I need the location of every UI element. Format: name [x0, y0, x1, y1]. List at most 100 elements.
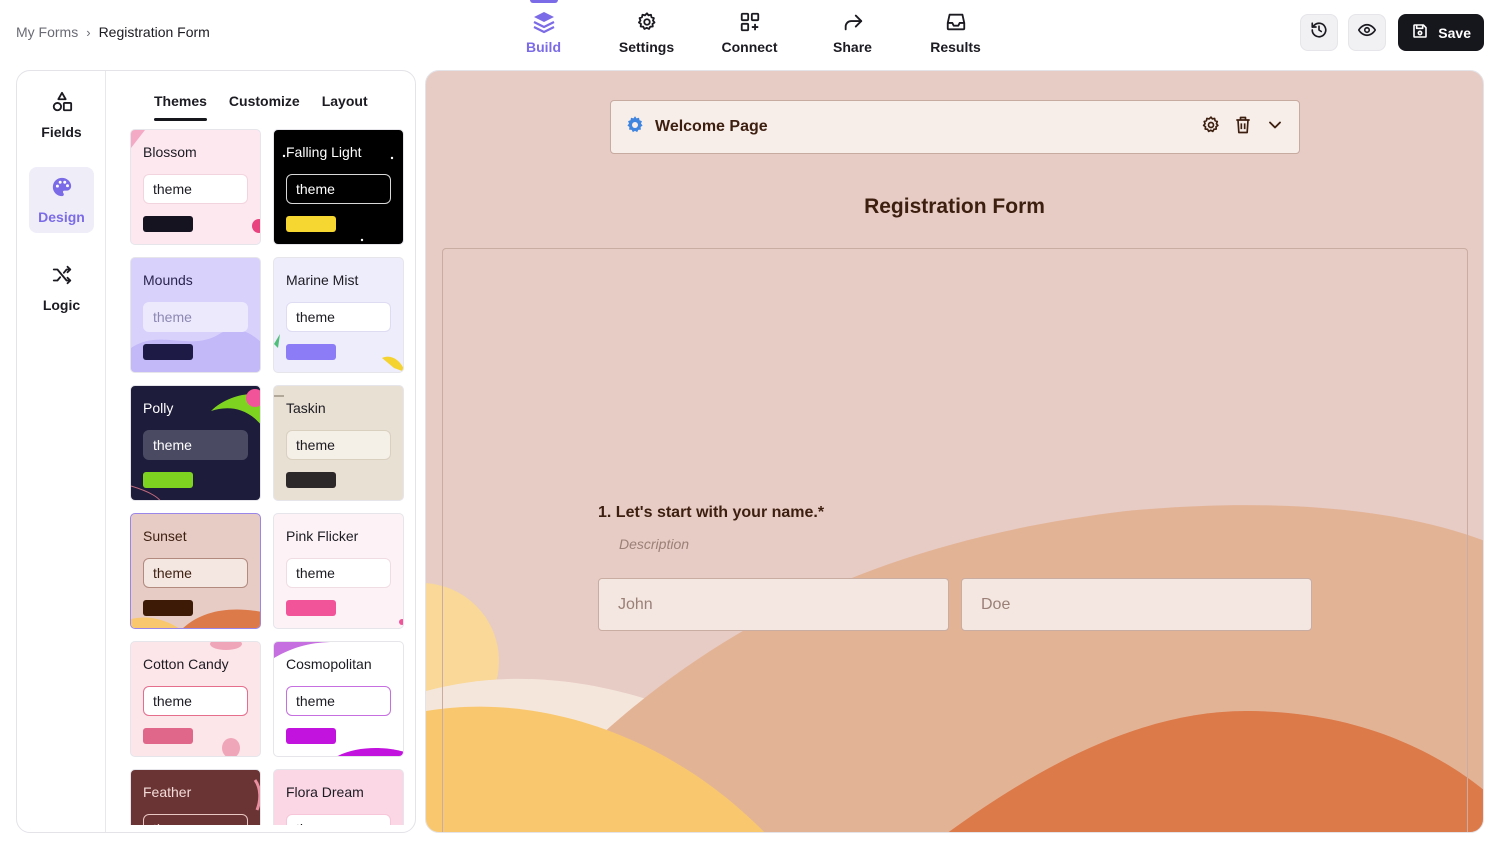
theme-card-blossom[interactable]: Blossom theme — [130, 129, 261, 245]
gear-icon — [635, 10, 659, 34]
tab-build[interactable]: Build — [492, 0, 595, 64]
chevron-down-icon[interactable] — [1265, 115, 1285, 140]
trash-icon[interactable] — [1233, 115, 1253, 140]
question-label[interactable]: 1. Let's start with your name.* — [598, 504, 824, 522]
shapes-icon — [51, 91, 73, 118]
share-arrow-icon — [841, 10, 865, 34]
preview-button[interactable] — [1348, 14, 1387, 51]
theme-name: Sunset — [143, 528, 187, 544]
side-rail: Fields Design Logic — [17, 71, 106, 832]
theme-button-swatch — [143, 216, 193, 232]
tab-settings[interactable]: Settings — [595, 0, 698, 64]
theme-card-taskin[interactable]: Taskin theme — [273, 385, 404, 501]
tab-connect-label: Connect — [721, 39, 778, 55]
theme-name: Cosmopolitan — [286, 656, 372, 672]
rail-item-fields[interactable]: Fields — [29, 82, 94, 148]
theme-name: Cotton Candy — [143, 656, 229, 672]
question-description[interactable]: Description — [619, 536, 689, 552]
theme-name: Blossom — [143, 144, 197, 160]
welcome-page-bar[interactable]: Welcome Page — [610, 100, 1300, 154]
shuffle-icon — [51, 264, 73, 291]
rail-item-design[interactable]: Design — [29, 167, 94, 233]
history-icon — [1310, 21, 1328, 44]
theme-input-sample: theme — [286, 430, 391, 460]
theme-name: Feather — [143, 784, 192, 800]
rail-item-fields-label: Fields — [41, 123, 82, 140]
rail-item-design-label: Design — [38, 208, 85, 225]
palette-icon — [51, 176, 73, 203]
form-preview: Welcome Page Registration Form 1. Let's … — [425, 70, 1484, 833]
page-actions — [1201, 115, 1285, 140]
first-name-input[interactable]: John — [598, 578, 949, 631]
theme-input-sample: theme — [143, 686, 248, 716]
theme-card-polly[interactable]: Polly theme — [130, 385, 261, 501]
save-button-label: Save — [1438, 24, 1471, 41]
tab-results[interactable]: Results — [904, 0, 1007, 64]
form-title: Registration Form — [864, 195, 1045, 218]
theme-card-cotton-candy[interactable]: Cotton Candy theme — [130, 641, 261, 757]
theme-name: Marine Mist — [286, 272, 359, 288]
page-gear-icon — [625, 115, 645, 140]
top-nav: Build Settings Connect Share Results — [492, 0, 1007, 64]
theme-card-cosmopolitan[interactable]: Cosmopolitan theme — [273, 641, 404, 757]
theme-card-falling-light[interactable]: Falling Light theme — [273, 129, 404, 245]
theme-input-sample: theme — [143, 430, 248, 460]
theme-name: Falling Light — [286, 144, 362, 160]
rail-item-logic[interactable]: Logic — [29, 255, 94, 321]
subtab-layout[interactable]: Layout — [322, 93, 368, 121]
tab-share[interactable]: Share — [801, 0, 904, 64]
eye-icon — [1358, 21, 1377, 44]
theme-button-swatch — [143, 472, 193, 488]
theme-button-swatch — [143, 728, 193, 744]
theme-name: Polly — [143, 400, 174, 416]
breadcrumb-my-forms[interactable]: My Forms — [16, 24, 78, 40]
history-button[interactable] — [1300, 14, 1339, 51]
theme-button-swatch — [286, 472, 336, 488]
form-canvas-frame — [442, 248, 1468, 832]
theme-input-sample: theme — [286, 558, 391, 588]
theme-button-swatch — [286, 344, 336, 360]
theme-input-sample: theme — [143, 558, 248, 588]
theme-name: Taskin — [286, 400, 326, 416]
header-actions: Save — [1300, 14, 1484, 51]
design-panel: Fields Design Logic Themes Customize Lay… — [16, 70, 416, 833]
theme-card-marine-mist[interactable]: Marine Mist theme — [273, 257, 404, 373]
theme-name: Flora Dream — [286, 784, 364, 800]
theme-button-swatch — [286, 600, 336, 616]
breadcrumb-current: Registration Form — [98, 24, 210, 40]
theme-card-sunset[interactable]: Sunset theme — [130, 513, 261, 629]
theme-button-swatch — [143, 600, 193, 616]
theme-name: Pink Flicker — [286, 528, 359, 544]
floppy-disk-icon — [1412, 23, 1428, 42]
last-name-input[interactable]: Doe — [961, 578, 1312, 631]
theme-card-pink-flicker[interactable]: Pink Flicker theme — [273, 513, 404, 629]
theme-input-sample: theme — [143, 174, 248, 204]
theme-input-sample: theme — [143, 814, 248, 825]
inbox-icon — [944, 10, 968, 34]
subtab-customize[interactable]: Customize — [229, 93, 300, 121]
subtab-themes[interactable]: Themes — [154, 93, 207, 121]
theme-card-mounds[interactable]: Mounds theme — [130, 257, 261, 373]
breadcrumb-separator: › — [86, 24, 91, 40]
tab-build-label: Build — [526, 39, 561, 55]
save-button[interactable]: Save — [1398, 14, 1484, 51]
theme-input-sample: theme — [286, 302, 391, 332]
theme-input-sample: theme — [286, 814, 391, 825]
rail-item-logic-label: Logic — [42, 296, 81, 313]
design-subtabs: Themes Customize Layout — [154, 93, 368, 121]
apps-add-icon — [738, 10, 762, 34]
theme-gallery: Blossom theme Falling Light theme Mounds them… — [130, 129, 404, 825]
breadcrumb: My Forms › Registration Form — [16, 24, 210, 40]
theme-card-flora-dream[interactable]: Flora Dream theme — [273, 769, 404, 825]
theme-card-feather[interactable]: Feather theme — [130, 769, 261, 825]
theme-input-sample: theme — [286, 174, 391, 204]
theme-button-swatch — [286, 216, 336, 232]
theme-button-swatch — [143, 344, 193, 360]
tab-connect[interactable]: Connect — [698, 0, 801, 64]
tab-settings-label: Settings — [618, 39, 675, 55]
layers-icon — [532, 10, 556, 34]
theme-name: Mounds — [143, 272, 193, 288]
page-settings-icon[interactable] — [1201, 115, 1221, 140]
theme-button-swatch — [286, 728, 336, 744]
tab-share-label: Share — [833, 39, 872, 55]
